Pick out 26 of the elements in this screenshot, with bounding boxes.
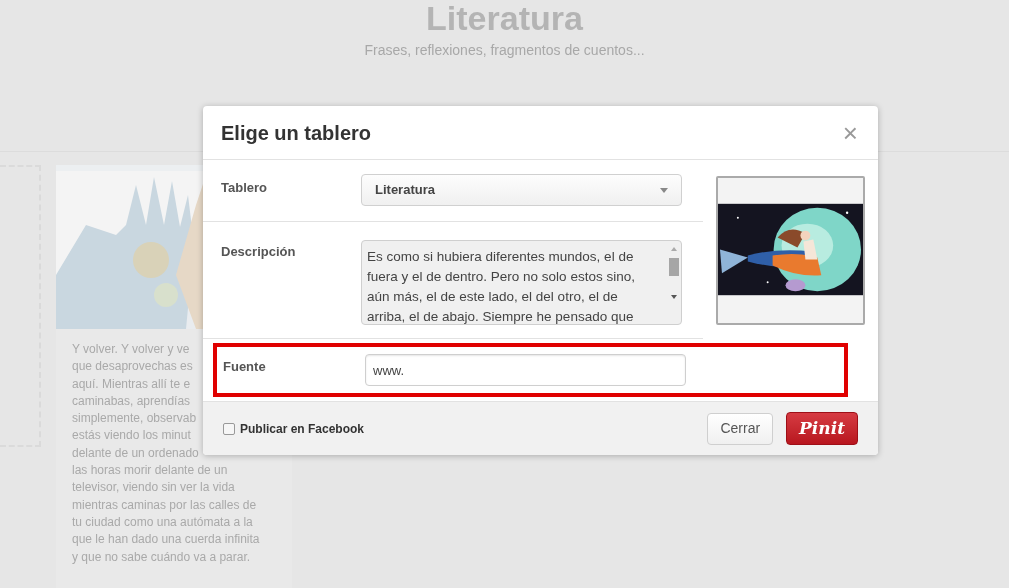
- board-label: Tablero: [221, 179, 268, 197]
- close-button[interactable]: Cerrar: [707, 412, 774, 445]
- pin-description-line: Y volver. Y volver y ve: [72, 341, 190, 358]
- facebook-checkbox[interactable]: [223, 422, 235, 435]
- pin-description-line: simplemente, observab: [72, 410, 197, 428]
- source-label: Fuente: [223, 358, 267, 376]
- board-select[interactable]: Literatura: [361, 174, 682, 206]
- dropdown-caret-icon: [660, 187, 668, 193]
- pin-description-line: televisor, viendo sin ver la vida: [72, 479, 235, 497]
- dialog-title: Elige un tablero: [221, 120, 372, 146]
- pin-description-line: mientras caminas por las calles de: [72, 496, 257, 514]
- pin-description-line: las horas morir delante de un: [72, 462, 228, 480]
- description-field[interactable]: Es como si hubiera diferentes mundos, el de fuera y el de dentro. Pero no solo estos sino, aún más, el de este lado, el del otro, el de arriba, el de abajo. Siempre he pensado que: [361, 240, 682, 325]
- pin-description-line: y que no sabe cuándo va a parar.: [72, 548, 251, 566]
- pin-description-line: estás viendo los minut: [72, 427, 191, 445]
- pin-description-line: delante de un ordenado: [72, 444, 199, 462]
- pin-description-line: que desaprovechas es: [72, 358, 193, 376]
- pin-description-line: que le han dado una cuerda infinita: [72, 531, 260, 549]
- facebook-label: Publicar en Facebook: [240, 420, 365, 438]
- source-field[interactable]: www.: [365, 354, 686, 386]
- description-label: Descripción: [221, 243, 297, 261]
- pin-description-line: tu ciudad como una autómata a la: [72, 513, 253, 531]
- pin-description-line: caminabas, aprendías: [72, 392, 191, 410]
- pin-description-line: aquí. Mientras allí te e: [72, 375, 191, 393]
- pin-it-button[interactable]: Pinit: [786, 412, 858, 445]
- board-subtitle: Frases, reflexiones, fragmentos de cuentos...: [364, 41, 645, 60]
